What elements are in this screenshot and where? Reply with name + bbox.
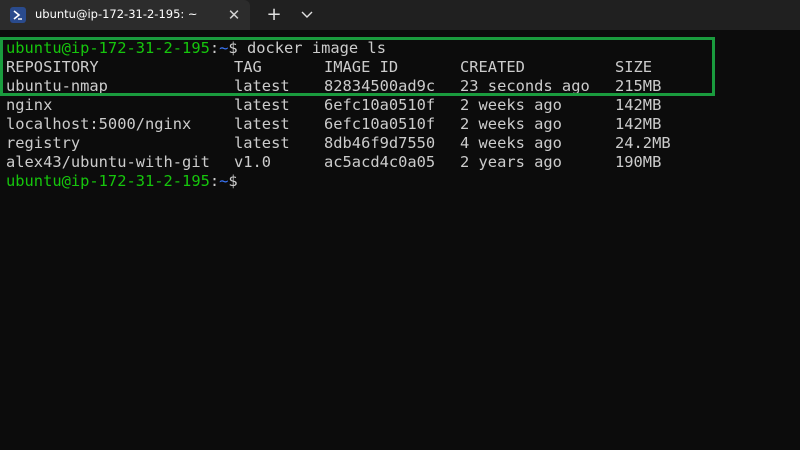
command-line: ubuntu@ip-172-31-2-195:~$ docker image l… [6,39,796,58]
prompt-user-host: ubuntu@ip-172-31-2-195 [6,172,210,190]
cell-created: 2 years ago [460,153,562,171]
cell-repository: localhost:5000/nginx [6,115,192,133]
cell-image-id: 82834500ad9c [324,77,436,95]
new-tab-button[interactable]: + [263,4,285,26]
prompt-separator: : [209,39,220,57]
prompt-line: ubuntu@ip-172-31-2-195:~$ [6,172,796,191]
cell-tag: v1.0 [234,153,272,171]
prompt-user-host: ubuntu@ip-172-31-2-195 [6,39,210,57]
cell-repository: registry [6,134,81,152]
cell-created: 2 weeks ago [460,96,562,114]
cell-image-id: 8db46f9d7550 [324,134,436,152]
table-header: REPOSITORY TAG IMAGE ID CREATED SIZE [6,58,796,77]
cell-repository: alex43/ubuntu-with-git [6,153,210,171]
terminal-output[interactable]: ubuntu@ip-172-31-2-195:~$ docker image l… [6,39,796,191]
table-row: ubuntu-nmap latest 82834500ad9c 23 secon… [6,77,796,96]
close-icon[interactable]: ✕ [224,5,244,25]
prompt-symbol: $ [228,39,238,57]
tab-title: ubuntu@ip-172-31-2-195: ~ [35,7,198,21]
prompt-separator: : [209,172,220,190]
tab-bar: ubuntu@ip-172-31-2-195: ~ ✕ + [0,0,800,30]
cell-size: 142MB [615,96,662,114]
table-row: localhost:5000/nginx latest 6efc10a0510f… [6,115,796,134]
cell-created: 4 weeks ago [460,134,562,152]
cell-tag: latest [234,115,290,133]
cell-tag: latest [234,134,290,152]
cell-tag: latest [234,96,290,114]
cell-tag: latest [234,77,290,95]
header-created: CREATED [460,58,525,76]
table-row: alex43/ubuntu-with-git v1.0 ac5acd4c0a05… [6,153,796,172]
table-row: registry latest 8db46f9d7550 4 weeks ago… [6,134,796,153]
header-size: SIZE [615,58,653,76]
header-tag: TAG [234,58,262,76]
cell-image-id: 6efc10a0510f [324,115,436,133]
cell-created: 2 weeks ago [460,115,562,133]
cell-size: 142MB [615,115,662,133]
header-image-id: IMAGE ID [324,58,399,76]
cell-image-id: ac5acd4c0a05 [324,153,436,171]
cell-size: 24.2MB [615,134,671,152]
cell-repository: nginx [6,96,53,114]
cell-repository: ubuntu-nmap [6,77,108,95]
powershell-terminal-icon [10,7,26,23]
cell-created: 23 seconds ago [460,77,590,95]
terminal-window: ubuntu@ip-172-31-2-195: ~ ✕ + ubuntu@ip-… [0,0,800,450]
cell-size: 215MB [615,77,662,95]
cell-image-id: 6efc10a0510f [324,96,436,114]
command-text: docker image ls [237,39,386,57]
chevron-down-icon[interactable] [296,5,318,25]
tab-terminal[interactable]: ubuntu@ip-172-31-2-195: ~ ✕ [0,0,250,30]
cell-size: 190MB [615,153,662,171]
table-row: nginx latest 6efc10a0510f 2 weeks ago 14… [6,96,796,115]
prompt-symbol: $ [228,172,238,190]
header-repository: REPOSITORY [6,58,99,76]
